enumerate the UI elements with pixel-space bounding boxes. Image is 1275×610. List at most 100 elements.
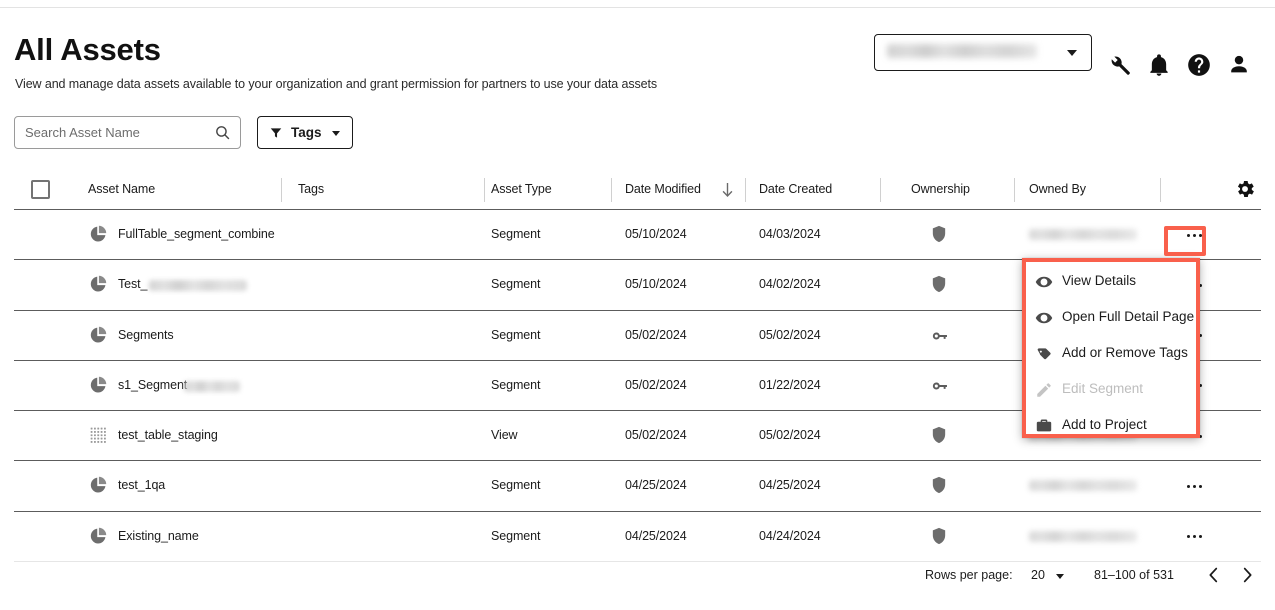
segment-icon xyxy=(88,274,108,294)
table-row[interactable]: FullTable_segment_combine Segment 05/10/20… xyxy=(14,210,1261,261)
segment-icon xyxy=(88,224,108,244)
column-divider xyxy=(484,178,485,202)
context-menu-item-label: Edit Segment xyxy=(1062,381,1144,396)
context-menu-item-add-or-remove-tags[interactable]: Add or Remove Tags xyxy=(1022,336,1200,372)
eye-icon xyxy=(1035,309,1053,327)
cell-date-modified: 05/02/2024 xyxy=(625,428,687,443)
all-assets-page: All Assets View and manage data assets a… xyxy=(0,0,1275,610)
cell-asset-name: Existing_name xyxy=(118,528,199,543)
select-all-checkbox[interactable] xyxy=(31,180,50,199)
column-header-tags[interactable]: Tags xyxy=(298,182,324,196)
tag-icon xyxy=(1035,345,1053,363)
column-header-date-created[interactable]: Date Created xyxy=(759,182,832,196)
environment-selector[interactable] xyxy=(874,34,1092,71)
filter-funnel-icon xyxy=(269,126,283,145)
column-divider xyxy=(745,178,746,202)
cell-asset-type: Segment xyxy=(491,327,541,342)
context-menu-item-label: Add to Project xyxy=(1062,417,1147,432)
eye-icon xyxy=(1035,273,1053,291)
row-actions-button[interactable] xyxy=(1183,528,1205,546)
cell-date-modified: 05/10/2024 xyxy=(625,227,687,241)
column-divider xyxy=(611,178,612,202)
next-page-button[interactable] xyxy=(1236,564,1258,586)
context-menu-item-edit-segment: Edit Segment xyxy=(1022,372,1200,408)
row-actions-button[interactable] xyxy=(1183,477,1205,495)
cell-date-modified: 05/02/2024 xyxy=(625,327,687,342)
previous-page-button[interactable] xyxy=(1203,564,1225,586)
user-icon[interactable] xyxy=(1226,52,1254,80)
cell-date-created: 05/02/2024 xyxy=(759,428,821,443)
cell-owned-by xyxy=(1029,480,1137,492)
briefcase-icon xyxy=(1035,417,1053,435)
table-header-row: Asset Name Tags Asset Type Date Modified… xyxy=(14,172,1261,210)
chevron-down-icon[interactable] xyxy=(1056,574,1064,579)
shield-icon xyxy=(929,526,949,546)
tags-filter-button[interactable]: Tags xyxy=(257,116,353,149)
context-menu-item-label: Open Full Detail Page xyxy=(1062,309,1195,324)
context-menu-item-open-full-detail-page[interactable]: Open Full Detail Page xyxy=(1022,300,1200,336)
column-header-date-modified[interactable]: Date Modified xyxy=(625,182,701,196)
cell-asset-name: test_table_staging xyxy=(118,428,218,443)
sort-arrow-down-icon[interactable] xyxy=(720,181,735,204)
segment-icon xyxy=(88,526,108,546)
cell-date-modified: 04/25/2024 xyxy=(625,528,687,543)
cell-asset-name: Test_ xyxy=(118,277,148,292)
page-title: All Assets xyxy=(14,32,161,67)
search-icon[interactable] xyxy=(214,124,231,146)
cell-asset-name: s1_Segment xyxy=(118,377,188,392)
context-menu-item-view-details[interactable]: View Details xyxy=(1022,264,1200,300)
cell-asset-name: test_1qa xyxy=(118,478,166,493)
column-divider xyxy=(1014,178,1015,202)
cell-asset-name: Segments xyxy=(118,327,174,342)
cell-asset-type: Segment xyxy=(491,377,541,392)
table-row[interactable]: Existing_name Segment 04/25/2024 04/24/2024 xyxy=(14,512,1261,563)
context-menu-item-add-to-project[interactable]: Add to Project xyxy=(1022,408,1200,444)
cell-date-modified: 05/10/2024 xyxy=(625,277,687,292)
cell-asset-name: FullTable_segment_combine xyxy=(118,227,275,241)
column-header-ownership[interactable]: Ownership xyxy=(911,182,970,196)
pagination-range: 81–100 of 531 xyxy=(1094,568,1174,582)
shield-icon xyxy=(929,425,949,445)
environment-selector-value xyxy=(887,44,1037,58)
chevron-down-icon xyxy=(1067,50,1077,56)
column-header-asset-type[interactable]: Asset Type xyxy=(491,182,552,196)
cell-owned-by xyxy=(1029,229,1137,240)
cell-date-modified: 04/25/2024 xyxy=(625,478,687,493)
context-menu-item-label: View Details xyxy=(1062,273,1137,288)
cell-asset-type: Segment xyxy=(491,277,541,292)
search-input[interactable] xyxy=(25,117,215,148)
segment-icon xyxy=(88,325,108,345)
cell-asset-type: Segment xyxy=(491,478,541,493)
cell-asset-type: View xyxy=(491,428,518,443)
filters-toolbar: Tags xyxy=(0,116,1275,150)
cell-owned-by xyxy=(1029,530,1137,542)
wrench-icon[interactable] xyxy=(1106,52,1134,80)
asset-name-redacted xyxy=(184,380,240,392)
cell-date-created: 04/02/2024 xyxy=(759,277,821,292)
column-header-asset-name[interactable]: Asset Name xyxy=(88,182,155,196)
rows-per-page-label: Rows per page: xyxy=(925,568,1013,582)
top-divider xyxy=(0,7,1275,8)
row-actions-button[interactable] xyxy=(1183,226,1205,244)
segment-icon xyxy=(88,375,108,395)
table-row[interactable]: test_1qa Segment 04/25/2024 04/25/2024 xyxy=(14,461,1261,512)
page-subtitle: View and manage data assets available to… xyxy=(15,77,658,91)
bell-icon[interactable] xyxy=(1146,52,1174,80)
header-icon-group xyxy=(1100,52,1265,82)
cell-date-modified: 05/02/2024 xyxy=(625,377,687,392)
table-icon xyxy=(88,425,108,445)
help-icon[interactable] xyxy=(1186,52,1214,80)
column-divider xyxy=(281,178,282,202)
column-divider xyxy=(880,178,881,202)
pagination-bar: Rows per page: 20 81–100 of 531 xyxy=(0,562,1275,592)
gear-icon[interactable] xyxy=(1234,178,1258,202)
row-context-menu[interactable]: View Details Open Full Detail Page Add or … xyxy=(1022,258,1200,438)
shield-icon xyxy=(929,475,949,495)
cell-asset-type: Segment xyxy=(491,528,541,543)
tags-filter-label: Tags xyxy=(291,125,322,140)
shield-icon xyxy=(929,224,949,244)
search-asset-name-box[interactable] xyxy=(14,116,241,149)
rows-per-page-select[interactable]: 20 xyxy=(1031,568,1045,582)
cell-asset-type: Segment xyxy=(491,227,541,241)
column-header-owned-by[interactable]: Owned By xyxy=(1029,182,1086,196)
